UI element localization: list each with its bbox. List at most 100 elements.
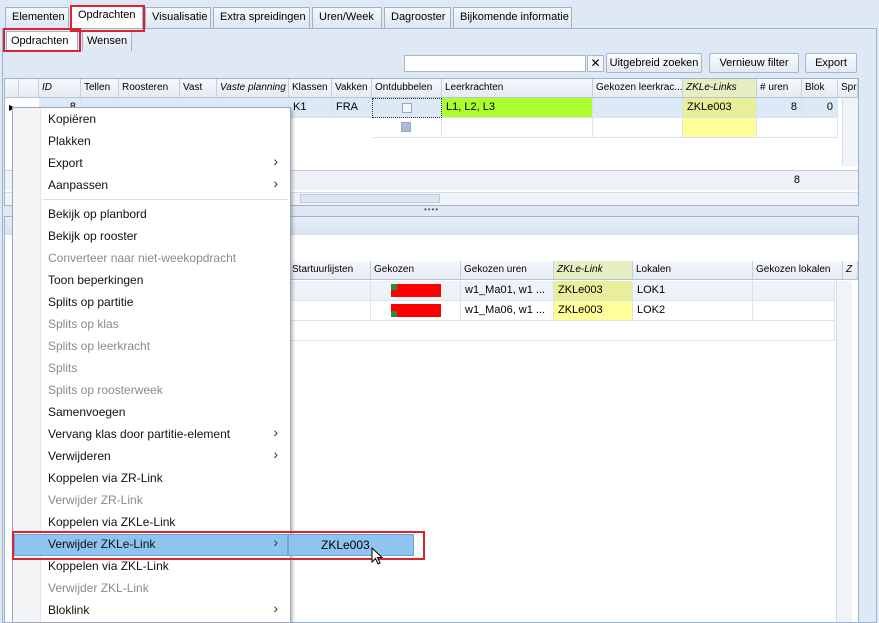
menu-item-splits-op-roosterweek: Splits op roosterweek: [13, 379, 290, 401]
ontdubbelen-checkbox[interactable]: [402, 103, 412, 113]
menu-item-vervang-klas-door-partitie-element[interactable]: Vervang klas door partitie-element ›: [13, 423, 290, 445]
row2-startuurlijsten[interactable]: [289, 301, 371, 321]
col-gekozen-leerkrachten[interactable]: Gekozen leerkrac...: [593, 79, 683, 98]
row1-startuurlijsten[interactable]: [289, 281, 371, 301]
col-lokalen[interactable]: Lokalen: [633, 261, 753, 280]
col-gekozen-uren[interactable]: Gekozen uren: [461, 261, 554, 280]
hscroll-thumb[interactable]: [300, 194, 440, 203]
cell-klassen[interactable]: K1: [289, 98, 332, 118]
subtab-opdrachten[interactable]: Opdrachten: [6, 31, 78, 51]
gekozen-marker: [391, 311, 397, 317]
top-grid-scrollbar[interactable]: [842, 98, 858, 166]
submenu-arrow-icon: ›: [273, 175, 278, 191]
col-tellen[interactable]: Tellen: [81, 79, 119, 98]
cell-uren[interactable]: 8: [757, 98, 802, 118]
menu-item-koppelen-via-zr-link[interactable]: Koppelen via ZR-Link: [13, 467, 290, 489]
bottom-grid-scrollbar[interactable]: [836, 281, 852, 622]
col-spreiding[interactable]: Spre: [838, 79, 858, 98]
row2-gekozen-uren[interactable]: w1_Ma06, w1 ...: [461, 301, 554, 321]
menu-item-label: Verwijderen: [48, 449, 111, 463]
col-leerkrachten[interactable]: Leerkrachten: [442, 79, 593, 98]
new-row-leerkrachten[interactable]: [442, 118, 593, 138]
tab-visualisatie[interactable]: Visualisatie: [145, 7, 211, 28]
submenu-arrow-icon: ›: [273, 424, 278, 440]
menu-item-splits-op-partitie[interactable]: Splits op partitie: [13, 291, 290, 313]
menu-item-label: Koppelen via ZKLe-Link: [48, 515, 176, 529]
menu-item-label: Vervang klas door partitie-element: [48, 427, 231, 441]
submenu-item-zkle003[interactable]: ZKLe003: [288, 534, 414, 556]
menu-item-bekijk-op-rooster[interactable]: Bekijk op rooster: [13, 225, 290, 247]
col-zkle-link[interactable]: ZKLe-Link: [554, 261, 633, 280]
menu-item-verwijder-zkle-link[interactable]: Verwijder ZKLe-Link ›: [13, 533, 290, 555]
new-row-zkle[interactable]: [683, 118, 757, 138]
cell-ontdubbelen[interactable]: [372, 98, 442, 118]
menu-item-kopiëren[interactable]: Kopiëren: [13, 108, 290, 130]
col-id[interactable]: ID: [39, 79, 81, 98]
refresh-filter-button[interactable]: Vernieuw filter: [709, 53, 799, 73]
splitter-grip[interactable]: ••••: [424, 206, 438, 214]
col-gekozen-lokalen[interactable]: Gekozen lokalen: [753, 261, 843, 280]
menu-item-label: Export: [48, 156, 83, 170]
tab-opdrachten[interactable]: Opdrachten: [71, 5, 143, 29]
subtab-wensen[interactable]: Wensen: [82, 31, 132, 51]
col-zkle-links[interactable]: ZKLe-Links: [683, 79, 757, 98]
search-input[interactable]: [404, 55, 586, 72]
row2-gekozen[interactable]: [371, 301, 461, 321]
tab-elementen[interactable]: Elementen: [5, 7, 69, 28]
col-startuurlijsten[interactable]: Startuurlijsten: [289, 261, 371, 280]
menu-item-plakken[interactable]: Plakken: [13, 130, 290, 152]
cell-zkle-links[interactable]: ZKLe003: [683, 98, 757, 118]
clear-search-icon[interactable]: ✕: [587, 55, 604, 72]
col-uren[interactable]: # uren: [757, 79, 802, 98]
menu-item-label: Splits op roosterweek: [48, 383, 163, 397]
menu-item-toon-beperkingen[interactable]: Toon beperkingen: [13, 269, 290, 291]
tab-uren-week[interactable]: Uren/Week: [312, 7, 382, 28]
row1-gekozen[interactable]: [371, 281, 461, 301]
tab-dagrooster[interactable]: Dagrooster: [384, 7, 451, 28]
col-roosteren[interactable]: Roosteren: [119, 79, 180, 98]
new-row-gekozen[interactable]: [593, 118, 683, 138]
menu-item-samenvoegen[interactable]: Samenvoegen: [13, 401, 290, 423]
row2-zkle-link[interactable]: ZKLe003: [554, 301, 633, 321]
cell-blok[interactable]: 0: [802, 98, 838, 118]
menu-item-koppelen-via-zkl-link[interactable]: Koppelen via ZKL-Link: [13, 555, 290, 577]
row2-gekozen-lokalen[interactable]: [753, 301, 835, 321]
menu-item-bekijk-op-planbord[interactable]: Bekijk op planbord: [13, 203, 290, 225]
export-button[interactable]: Export: [805, 53, 857, 73]
new-row-uren[interactable]: [757, 118, 838, 138]
tab-bijkomende-informatie[interactable]: Bijkomende informatie: [453, 7, 572, 28]
menu-item-verwijderen[interactable]: Verwijderen ›: [13, 445, 290, 467]
tab-extra-spreidingen[interactable]: Extra spreidingen: [213, 7, 310, 28]
new-row-checkbox[interactable]: [401, 122, 411, 132]
col-vaste-planning[interactable]: Vaste planning: [217, 79, 289, 98]
cell-vakken[interactable]: FRA: [332, 98, 372, 118]
gekozen-marker: [391, 284, 397, 290]
advanced-search-button[interactable]: Uitgebreid zoeken: [606, 53, 702, 73]
row1-zkle-link[interactable]: ZKLe003: [554, 281, 633, 301]
col-vakken[interactable]: Vakken: [332, 79, 372, 98]
menu-item-aanpassen[interactable]: Aanpassen ›: [13, 174, 290, 196]
col-gekozen[interactable]: Gekozen: [371, 261, 461, 280]
row2-lokalen[interactable]: LOK2: [633, 301, 753, 321]
menu-item-koppelen-via-zkle-link[interactable]: Koppelen via ZKLe-Link: [13, 511, 290, 533]
cell-leerkrachten[interactable]: L1, L2, L3: [442, 98, 593, 118]
row1-gekozen-uren[interactable]: w1_Ma01, w1 ...: [461, 281, 554, 301]
col-vast[interactable]: Vast: [180, 79, 217, 98]
bottom-new-row[interactable]: [289, 321, 835, 341]
menu-item-export[interactable]: Export ›: [13, 152, 290, 174]
menu-item-bloklink[interactable]: Bloklink ›: [13, 599, 290, 621]
col-ontdubbelen[interactable]: Ontdubbelen: [372, 79, 442, 98]
col-z[interactable]: Z: [843, 261, 858, 280]
menu-item-label: Splits op partitie: [48, 295, 134, 309]
cell-gekozen-leerkrachten[interactable]: [593, 98, 683, 118]
menu-item-converteer-naar-niet-weekopdracht: Converteer naar niet-weekopdracht: [13, 247, 290, 269]
menu-item-verwijder-zr-link: Verwijder ZR-Link: [13, 489, 290, 511]
new-row-ontdubbelen[interactable]: [372, 118, 442, 138]
row1-gekozen-lokalen[interactable]: [753, 281, 835, 301]
row1-lokalen[interactable]: LOK1: [633, 281, 753, 301]
menu-item-label: Converteer naar niet-weekopdracht: [48, 251, 237, 265]
menu-item-label: Bekijk op planbord: [48, 207, 147, 221]
col-klassen[interactable]: Klassen: [289, 79, 332, 98]
col-blok[interactable]: Blok: [802, 79, 838, 98]
submenu-arrow-icon: ›: [273, 600, 278, 616]
